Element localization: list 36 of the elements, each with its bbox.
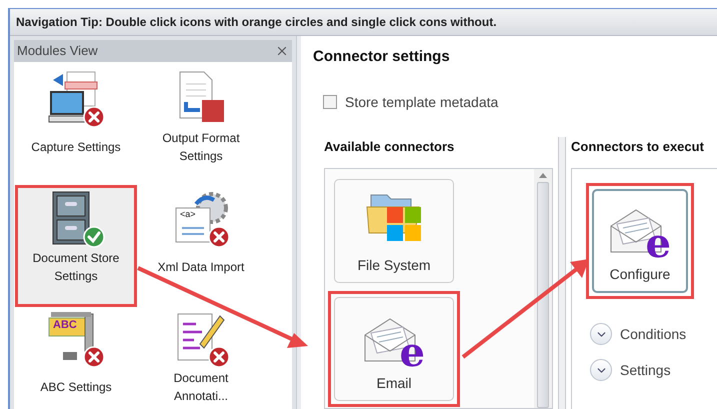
icon-label: ABC — [53, 320, 77, 331]
expander[interactable]: Settings — [590, 359, 717, 381]
module-item[interactable]: Capture Settings — [16, 66, 136, 186]
module-item[interactable]: Document Store Settings — [16, 186, 136, 306]
checkbox-box[interactable] — [323, 95, 337, 109]
module-item[interactable]: ABC ABC Settings — [16, 306, 136, 409]
expand-toggle[interactable] — [590, 359, 612, 381]
tip-bar: Navigation Tip: Double click icons with orange circles and single click cons without. — [10, 9, 717, 36]
connector-tile[interactable]: File System — [334, 179, 454, 283]
expand-toggle[interactable] — [590, 323, 612, 345]
connector-tile[interactable]: e Configure — [592, 189, 688, 293]
metadata-checkbox[interactable]: Store template metadata — [323, 92, 717, 112]
module-label: Document Store Settings — [32, 250, 120, 285]
scrollbar[interactable] — [534, 169, 552, 408]
computer-icon — [47, 70, 99, 124]
scroll-thumb[interactable] — [537, 182, 549, 408]
splitter-bar[interactable] — [296, 36, 301, 409]
module-item[interactable]: <a> Xml Data Import — [136, 186, 266, 306]
column-title: Available connectors — [324, 138, 456, 156]
module-label: Xml Data Import — [156, 259, 246, 276]
module-label: Capture Settings — [30, 139, 122, 156]
logo-letter: e — [646, 224, 671, 264]
module-label: Output Format Settings — [161, 130, 241, 165]
column-title: Connectors to execut — [571, 138, 705, 156]
module-item[interactable]: Output Format Settings — [136, 66, 266, 186]
close-icon[interactable] — [275, 44, 289, 58]
module-item[interactable]: Document Annotati... — [136, 306, 266, 409]
module-label: ABC Settings — [39, 379, 113, 396]
module-label: Document Annotati... — [172, 370, 230, 405]
logo-letter: e — [400, 333, 425, 373]
section-title: Connector settings — [313, 47, 451, 67]
scroll-up-icon[interactable] — [539, 173, 547, 178]
expander[interactable]: Conditions — [590, 323, 717, 345]
icon-label: <a> — [180, 210, 196, 219]
connector-tile[interactable]: e Email — [334, 297, 454, 401]
panel-title: Modules View — [17, 42, 98, 60]
